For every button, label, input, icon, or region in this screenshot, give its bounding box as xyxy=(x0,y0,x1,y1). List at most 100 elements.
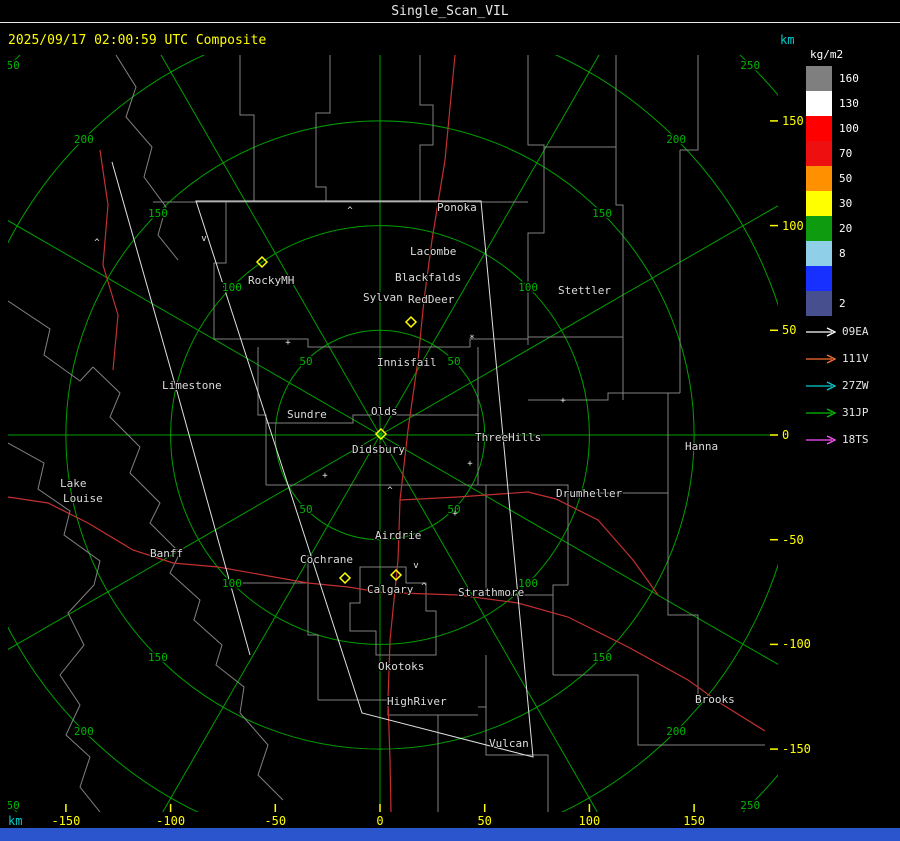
park-boundary-line xyxy=(8,300,284,801)
city-label: Strathmore xyxy=(458,586,524,599)
station-marker: ^ xyxy=(347,206,353,216)
colorbar-swatch xyxy=(806,216,832,241)
station-marker: v xyxy=(201,234,206,244)
range-ring-label: 200 xyxy=(74,725,94,738)
range-ring-label: 150 xyxy=(148,651,168,664)
radar-site-diamond-icon xyxy=(404,315,418,329)
station-marker: + xyxy=(467,459,473,469)
right-axis-label: -150 xyxy=(782,742,811,757)
colorbar-value: 30 xyxy=(839,197,853,210)
city-label: Sundre xyxy=(287,408,327,421)
station-marker: ^ xyxy=(94,238,100,248)
city-label: Limestone xyxy=(162,379,222,392)
city-label: ThreeHills xyxy=(475,431,541,444)
window-title: Single_Scan_VIL xyxy=(391,3,509,19)
bottom-axis-label: 50 xyxy=(477,814,492,828)
radar-legend-entry: 111V xyxy=(806,345,869,372)
right-axis-label: -50 xyxy=(782,532,804,547)
city-labels: Ponoka Lacombe Blackfalds Sylvan RedDeer Stet… xyxy=(59,200,736,751)
colorbar-swatch xyxy=(806,66,832,91)
colorbar-entry: 2 xyxy=(806,291,869,316)
radar-arrow-icon xyxy=(806,407,836,418)
city-label: Cochrane xyxy=(300,553,353,566)
colorbar-value: 20 xyxy=(839,222,853,235)
city-label: Olds xyxy=(371,405,398,418)
radar-site-legend: 09EA 111V 27ZW 31JP 18TS xyxy=(806,318,869,453)
colorbar-value: 8 xyxy=(839,247,846,260)
radar-site-id: 111V xyxy=(842,352,869,365)
city-label: Airdrie xyxy=(375,529,421,542)
city-label: Innisfail xyxy=(377,356,437,369)
right-axis-label: 50 xyxy=(782,323,797,338)
city-label: Brooks xyxy=(695,693,735,706)
station-marker: ^ xyxy=(421,582,427,592)
radar-site-legend-entries: 09EA 111V 27ZW 31JP 18TS xyxy=(806,318,869,453)
station-marker: v xyxy=(413,561,418,571)
colorbar-swatch xyxy=(806,116,832,141)
city-label: RedDeer xyxy=(408,293,455,306)
highway-line xyxy=(99,149,119,371)
colorbar-value: 70 xyxy=(839,147,853,160)
station-marker: + xyxy=(322,471,328,481)
colorbar-entry: 160 xyxy=(806,66,869,91)
colorbar-swatch xyxy=(806,166,832,191)
city-label: Lacombe xyxy=(410,245,456,258)
station-marker: + xyxy=(560,396,566,406)
bottom-axis-unit: km xyxy=(8,814,23,828)
highway-line xyxy=(399,592,766,732)
station-markers: ^ v ^ + * + + + ^ + v ^ xyxy=(94,206,566,592)
radar-site-id: 31JP xyxy=(842,406,869,419)
station-marker: * xyxy=(469,334,474,344)
range-ring-label: 200 xyxy=(666,725,686,738)
city-label: Calgary xyxy=(367,583,414,596)
radar-site-id: 27ZW xyxy=(842,379,869,392)
bottom-axis-label: -50 xyxy=(264,814,287,828)
range-ring-label: 250 xyxy=(8,799,20,812)
range-ring-label: 100 xyxy=(222,281,242,294)
range-ring-label: 50 xyxy=(299,503,312,516)
radar-viewer-window: Single_Scan_VIL 2025/09/17 02:00:59 UTC … xyxy=(0,0,900,841)
station-marker: ^ xyxy=(387,486,393,496)
city-label: Didsbury xyxy=(352,443,405,456)
range-ring-label: 250 xyxy=(8,59,20,72)
colorbar-entry: 8 xyxy=(806,241,869,266)
range-ring-label: 200 xyxy=(666,133,686,146)
right-axis-label: 150 xyxy=(782,113,804,128)
radar-arrow-icon xyxy=(806,380,836,391)
radar-arrow-icon xyxy=(806,434,836,445)
colorbar-swatch xyxy=(806,291,832,316)
radar-map: 50 50 50 50 100 100 100 100 150 150 150 150 200 200 20… xyxy=(8,55,778,812)
right-axis-label: 0 xyxy=(782,428,790,442)
city-label: Drumheller xyxy=(556,487,623,500)
radar-legend-entry: 31JP xyxy=(806,399,869,426)
colorbar-entry: 20 xyxy=(806,216,869,241)
bottom-axis-label: 100 xyxy=(578,814,601,828)
colorbar-value: 100 xyxy=(839,122,859,135)
scan-timestamp: 2025/09/17 02:00:59 UTC Composite xyxy=(8,33,267,48)
colorbar-entry xyxy=(806,266,869,291)
radar-site-id: 18TS xyxy=(842,433,869,446)
scan-sector-polygon xyxy=(195,200,534,758)
colorbar-value: 130 xyxy=(839,97,859,110)
range-ring-label: 50 xyxy=(447,355,460,368)
city-label: Stettler xyxy=(558,284,611,297)
bottom-axis-label: 0 xyxy=(376,814,384,828)
city-label: Lake xyxy=(60,477,87,490)
radar-site-diamond-icon xyxy=(338,571,352,585)
city-label: Vulcan xyxy=(489,737,529,750)
right-axis-unit: km xyxy=(780,33,795,47)
range-ring-label: 200 xyxy=(74,133,94,146)
right-axis-label: 100 xyxy=(782,218,804,233)
title-bar: Single_Scan_VIL xyxy=(0,0,900,23)
colorbar-swatch xyxy=(806,91,832,116)
taskbar xyxy=(0,828,900,841)
range-ring-label: 250 xyxy=(740,59,760,72)
range-ring-label: 250 xyxy=(740,799,760,812)
radar-legend-entry: 27ZW xyxy=(806,372,869,399)
park-boundary-line xyxy=(8,55,179,812)
city-label: Ponoka xyxy=(437,201,477,214)
colorbar: kg/m2 160 130 100 70 50 30 20 8 2 xyxy=(806,48,869,316)
colorbar-entry: 100 xyxy=(806,116,869,141)
colorbar-entries: 160 130 100 70 50 30 20 8 2 xyxy=(806,66,869,316)
city-label: Blackfalds xyxy=(395,271,461,284)
